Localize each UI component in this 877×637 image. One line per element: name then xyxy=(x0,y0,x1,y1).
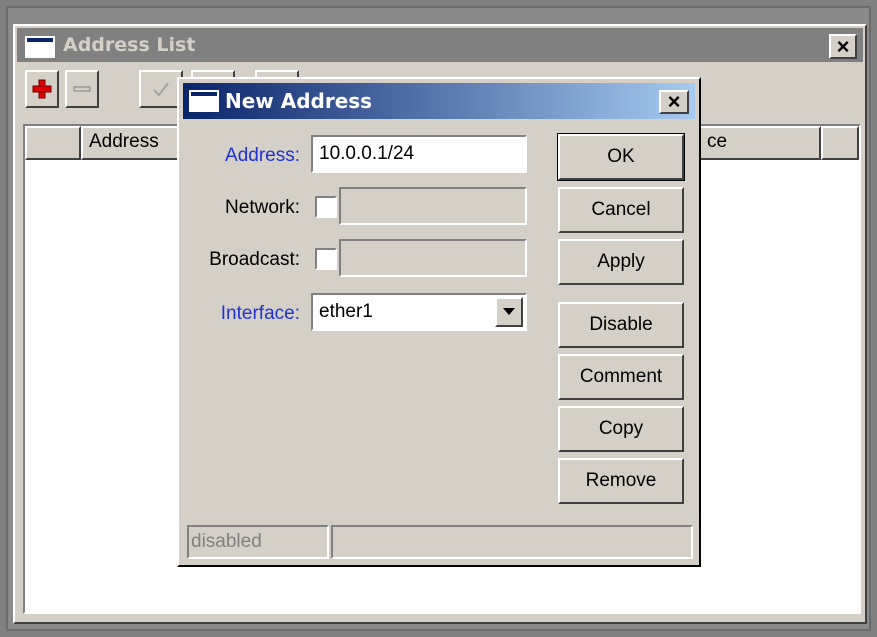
dropdown-button[interactable] xyxy=(495,297,523,327)
address-label: Address: xyxy=(225,145,300,166)
address-input[interactable]: 10.0.0.1/24 xyxy=(311,135,527,173)
comment-label: Comment xyxy=(579,366,663,387)
dialog-close-button[interactable]: × xyxy=(659,90,689,114)
remove-icon xyxy=(73,86,91,92)
network-label: Network: xyxy=(225,197,300,218)
window-icon xyxy=(189,90,219,112)
status-field: disabled xyxy=(187,525,329,559)
close-icon: × xyxy=(667,89,681,114)
close-icon: × xyxy=(836,33,850,59)
remove-button[interactable] xyxy=(65,70,99,108)
broadcast-label: Broadcast: xyxy=(209,249,300,270)
column-header-extra[interactable] xyxy=(821,126,859,160)
broadcast-checkbox[interactable] xyxy=(315,248,337,270)
interface-value: ether1 xyxy=(319,301,373,322)
window-icon xyxy=(25,36,55,58)
copy-button[interactable]: Copy xyxy=(558,406,684,452)
broadcast-input[interactable] xyxy=(339,239,527,277)
interface-select[interactable]: ether1 xyxy=(311,293,527,331)
enable-icon xyxy=(153,82,169,97)
cancel-label: Cancel xyxy=(591,199,651,220)
network-checkbox[interactable] xyxy=(315,196,337,218)
status-field-secondary xyxy=(331,525,693,559)
address-list-titlebar[interactable]: Address List × xyxy=(17,28,863,62)
remove-item-button[interactable]: Remove xyxy=(558,458,684,504)
status-text: disabled xyxy=(191,531,262,552)
chevron-down-icon xyxy=(503,308,515,315)
ok-label: OK xyxy=(607,146,635,167)
cancel-button[interactable]: Cancel xyxy=(558,187,684,233)
new-address-dialog: New Address × Address: 10.0.0.1/24 Netwo… xyxy=(177,77,701,567)
dialog-title: New Address xyxy=(225,89,373,113)
column-header-label: Address xyxy=(89,131,159,152)
ok-button[interactable]: OK xyxy=(557,133,685,181)
disable-label: Disable xyxy=(589,314,653,335)
network-input[interactable] xyxy=(339,187,527,225)
disable-item-button[interactable]: Disable xyxy=(558,302,684,348)
dialog-titlebar[interactable]: New Address × xyxy=(183,83,695,119)
row-selector-header[interactable] xyxy=(25,126,81,160)
apply-button[interactable]: Apply xyxy=(558,239,684,285)
address-value: 10.0.0.1/24 xyxy=(319,143,415,164)
remove-label: Remove xyxy=(585,470,657,491)
add-button[interactable] xyxy=(25,70,59,108)
address-list-title: Address List xyxy=(63,34,196,56)
comment-item-button[interactable]: Comment xyxy=(558,354,684,400)
column-header-label: ce xyxy=(707,131,728,152)
interface-label: Interface: xyxy=(220,303,300,324)
close-button[interactable]: × xyxy=(829,34,857,59)
apply-label: Apply xyxy=(597,251,645,272)
add-icon xyxy=(32,79,52,99)
copy-label: Copy xyxy=(598,418,644,439)
